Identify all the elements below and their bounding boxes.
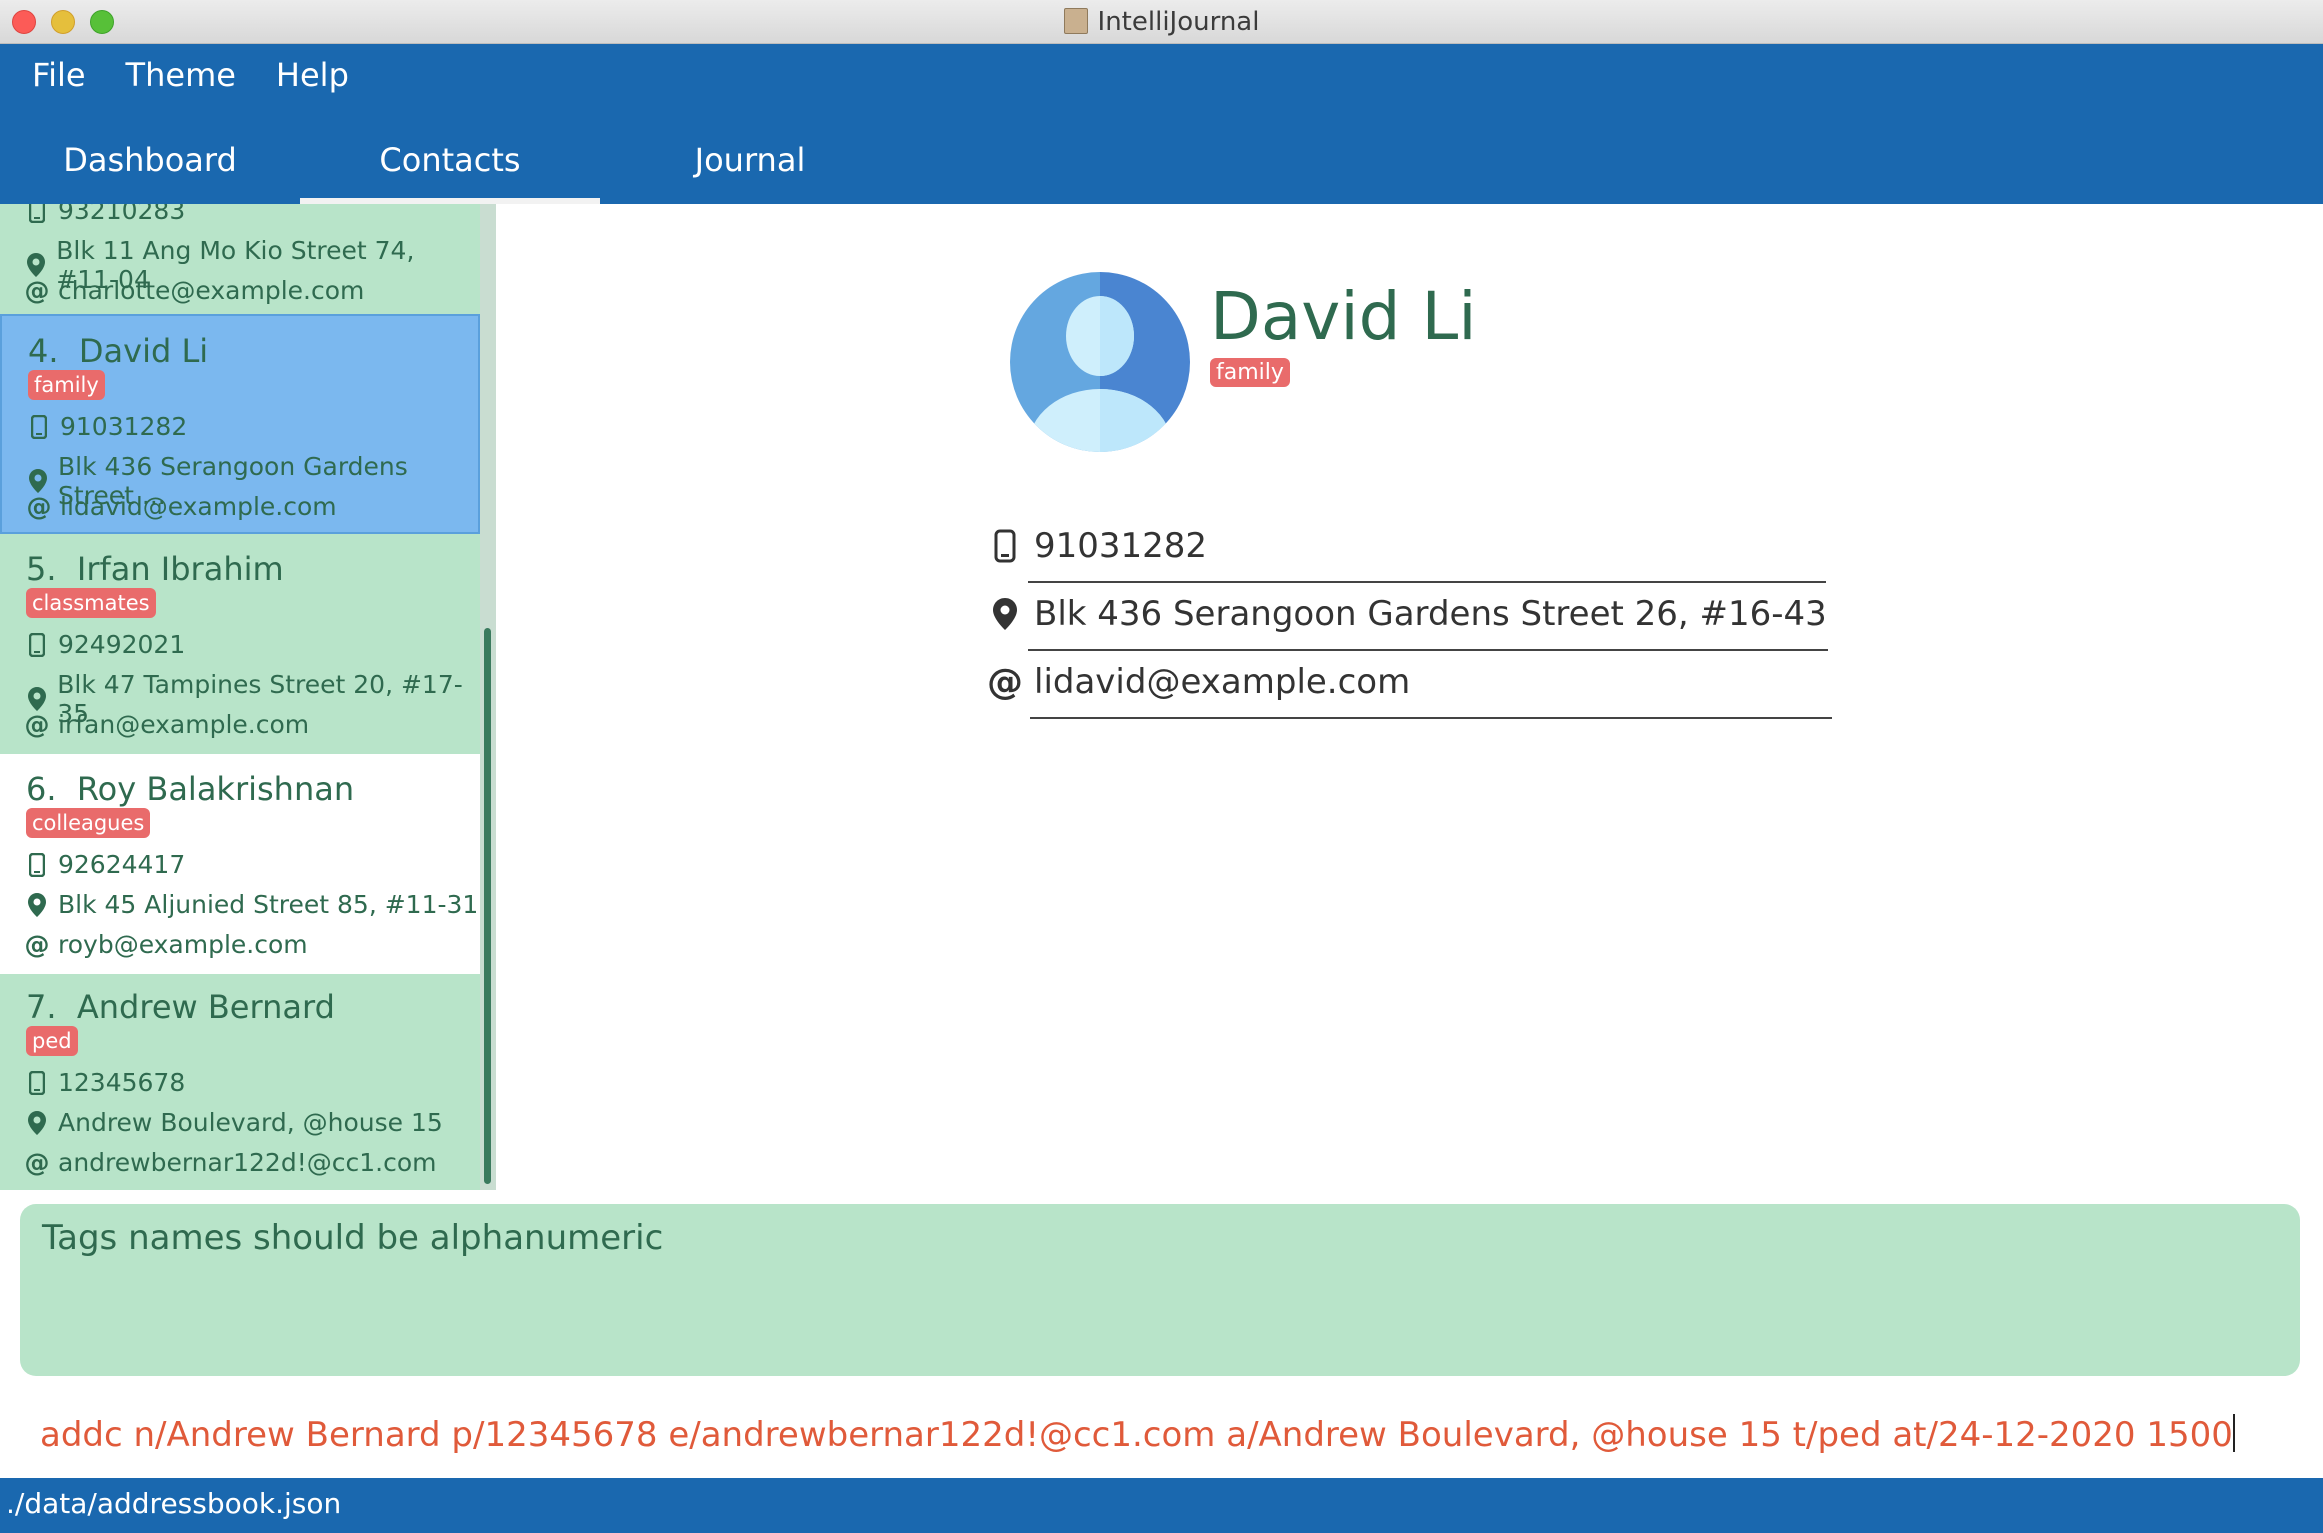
location-pin-icon	[26, 1110, 48, 1136]
contact-address: Blk 45 Aljunied Street 85, #11-31	[58, 890, 479, 919]
list-scrollbar-thumb[interactable]	[484, 628, 491, 1184]
phone-icon	[990, 529, 1020, 563]
contact-name: 4. David Li	[28, 332, 209, 370]
contact-phone: 92492021	[58, 630, 186, 659]
detail-phone: 91031282	[1034, 526, 1208, 566]
menu-bar: File Theme Help	[0, 44, 369, 106]
avatar-icon	[1010, 272, 1190, 457]
phone-icon	[26, 852, 48, 877]
window-title: IntelliJournal	[0, 0, 2323, 44]
tab-journal[interactable]: Journal	[600, 124, 900, 204]
contact-email-row: @ lidavid@example.com	[26, 492, 337, 521]
text-caret	[2232, 1414, 2235, 1452]
contact-email: royb@example.com	[58, 930, 308, 959]
contact-tag: family	[28, 370, 105, 400]
contact-phone-row: 12345678	[26, 1068, 185, 1097]
detail-address-row: Blk 436 Serangoon Gardens Street 26, #16…	[990, 584, 1830, 644]
window-title-text: IntelliJournal	[1097, 7, 1260, 37]
at-sign-icon: @	[26, 492, 52, 521]
at-sign-icon: @	[24, 930, 50, 959]
contact-name: 6. Roy Balakrishnan	[26, 770, 355, 808]
location-pin-icon	[26, 252, 46, 278]
menu-file[interactable]: File	[0, 44, 106, 106]
tab-dashboard[interactable]: Dashboard	[0, 124, 300, 204]
contact-phone: 91031282	[60, 412, 188, 441]
contact-email: irfan@example.com	[58, 710, 310, 739]
status-file-path: ./data/addressbook.json	[6, 1487, 342, 1520]
phone-icon	[28, 414, 50, 439]
contact-card-irfan-ibrahim[interactable]: 5. Irfan Ibrahim classmates 92492021 Blk…	[0, 534, 480, 754]
contact-phone-row: 93210283	[26, 204, 185, 225]
contact-address-row: Blk 45 Aljunied Street 85, #11-31	[26, 890, 478, 919]
contact-email: andrewbernar122d!@cc1.com	[58, 1148, 437, 1177]
result-message: Tags names should be alphanumeric	[42, 1218, 664, 1258]
location-pin-icon	[26, 686, 47, 712]
phone-icon	[26, 204, 48, 223]
detail-address: Blk 436 Serangoon Gardens Street 26, #16…	[1034, 594, 1827, 634]
menu-theme[interactable]: Theme	[106, 44, 256, 106]
contact-card-david-li[interactable]: 4. David Li family 91031282 Blk 436 Sera…	[0, 314, 480, 534]
status-bar: ./data/addressbook.json	[0, 1478, 2323, 1533]
detail-contact-name: David Li	[1210, 278, 1477, 355]
result-display: Tags names should be alphanumeric	[20, 1204, 2300, 1376]
title-bar: IntelliJournal	[0, 0, 2323, 44]
tab-bar: Dashboard Contacts Journal	[0, 124, 900, 204]
contact-phone: 92624417	[58, 850, 186, 879]
contact-phone-row: 92624417	[26, 850, 185, 879]
detail-contact-tag: family	[1210, 358, 1290, 387]
field-divider	[1030, 717, 1832, 719]
field-divider	[1028, 581, 1826, 583]
contact-card-andrew-bernard[interactable]: 7. Andrew Bernard ped 12345678 Andrew Bo…	[0, 972, 480, 1190]
field-divider	[1028, 649, 1828, 651]
contact-email: lidavid@example.com	[60, 492, 337, 521]
phone-icon	[26, 632, 48, 657]
contact-tag: ped	[26, 1026, 78, 1056]
phone-icon	[26, 1070, 48, 1095]
contact-card-roy-balakrishnan[interactable]: 6. Roy Balakrishnan colleagues 92624417 …	[0, 754, 480, 974]
contact-phone: 93210283	[58, 204, 186, 225]
contact-name: 5. Irfan Ibrahim	[26, 550, 284, 588]
at-sign-icon: @	[987, 661, 1023, 703]
tab-contacts[interactable]: Contacts	[300, 124, 600, 204]
contact-address: Andrew Boulevard, @house 15	[58, 1108, 443, 1137]
contact-list[interactable]: 93210283 Blk 11 Ang Mo Kio Street 74, #1…	[0, 204, 480, 1190]
detail-phone-row: 91031282	[990, 516, 1830, 576]
contact-tag: classmates	[26, 588, 156, 618]
contact-phone: 12345678	[58, 1068, 186, 1097]
contact-address-row: Andrew Boulevard, @house 15	[26, 1108, 443, 1137]
app-header: File Theme Help Dashboard Contacts Journ…	[0, 44, 2323, 204]
detail-email-row: @ lidavid@example.com	[987, 652, 1830, 712]
contact-email: charlotte@example.com	[58, 276, 365, 305]
detail-email: lidavid@example.com	[1034, 662, 1411, 702]
location-pin-icon	[28, 468, 48, 494]
at-sign-icon: @	[24, 276, 50, 305]
command-input[interactable]: addc n/Andrew Bernard p/12345678 e/andre…	[20, 1400, 2300, 1470]
contact-email-row: @ irfan@example.com	[24, 710, 310, 739]
contact-email-row: @ andrewbernar122d!@cc1.com	[24, 1148, 437, 1177]
location-pin-icon	[26, 892, 48, 918]
command-text: addc n/Andrew Bernard p/12345678 e/andre…	[40, 1415, 2233, 1455]
contact-phone-row: 92492021	[26, 630, 185, 659]
contact-name: 7. Andrew Bernard	[26, 988, 335, 1026]
at-sign-icon: @	[24, 1148, 50, 1177]
contact-phone-row: 91031282	[28, 412, 187, 441]
location-pin-icon	[990, 597, 1020, 631]
contact-email-row: @ royb@example.com	[24, 930, 308, 959]
contact-tag: colleagues	[26, 808, 151, 838]
contact-card[interactable]: 93210283 Blk 11 Ang Mo Kio Street 74, #1…	[0, 204, 480, 305]
app-document-icon	[1063, 8, 1088, 34]
contact-email-row: @ charlotte@example.com	[24, 276, 365, 305]
at-sign-icon: @	[24, 710, 50, 739]
menu-help[interactable]: Help	[256, 44, 369, 106]
